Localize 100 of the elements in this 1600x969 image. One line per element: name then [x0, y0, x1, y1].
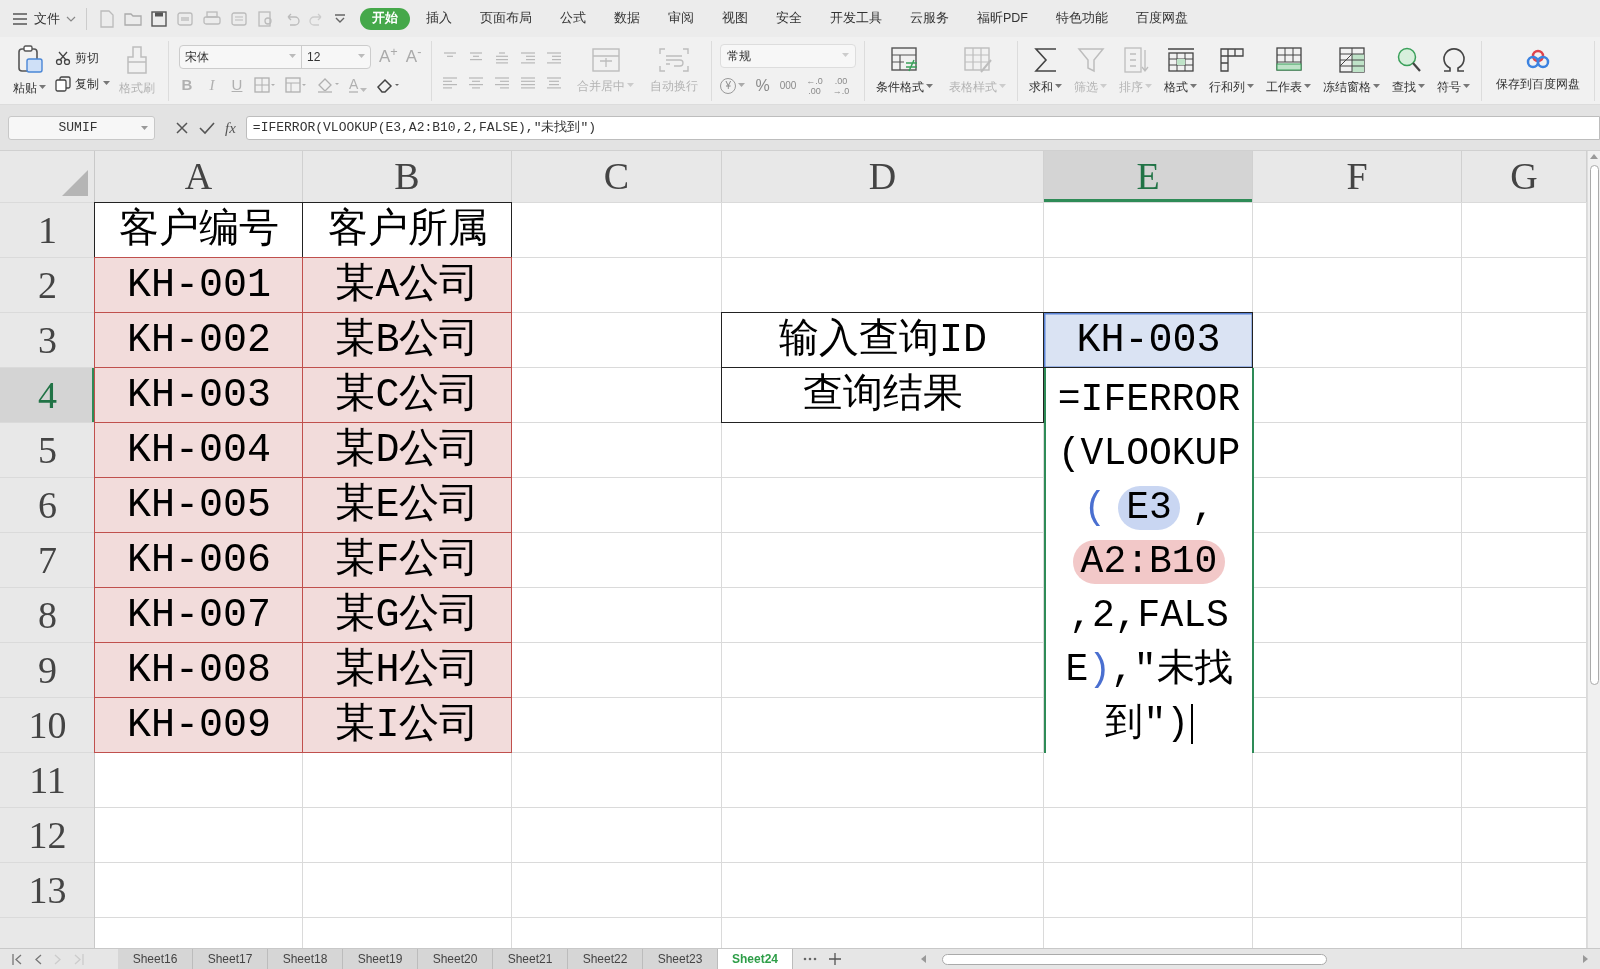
last-sheet-icon [74, 953, 84, 965]
sheet-tab[interactable]: Sheet21 [493, 948, 568, 969]
row-header[interactable]: 7 [0, 533, 95, 588]
fill-color-icon [316, 76, 340, 94]
row-header[interactable]: 6 [0, 478, 95, 533]
ribbon-button[interactable]: 剪切 [55, 48, 110, 67]
table-cell: KH-001 [95, 258, 303, 313]
row-header[interactable]: 3 [0, 313, 95, 368]
column-heading: 客户编号 [118, 206, 280, 255]
outdent-icon [520, 51, 537, 65]
column-header[interactable]: E [1044, 151, 1253, 202]
table-cell: KH-003 [95, 368, 303, 423]
sheet-tab[interactable]: Sheet18 [268, 948, 343, 969]
align-top-icon [442, 51, 459, 59]
ribbon-button[interactable]: 冻结窗格 [1318, 40, 1386, 101]
ribbon-button[interactable]: 查找 [1387, 40, 1431, 101]
menu-tab[interactable]: 开发工具 [818, 7, 894, 30]
row-header[interactable]: 1 [0, 203, 95, 258]
align-right-icon [494, 76, 511, 90]
freeze-panes-icon [1336, 45, 1367, 74]
previous-sheet-icon [34, 953, 42, 965]
next-sheet-icon [54, 953, 62, 965]
menu-icon [12, 12, 28, 25]
sheet-tab[interactable]: Sheet20 [418, 948, 493, 969]
table-cell: 某A公司 [303, 258, 512, 313]
field-label: 输入查询ID [778, 316, 988, 365]
ribbon-button[interactable]: 条件格式 [871, 40, 939, 101]
align-middle-icon [468, 51, 485, 62]
distribute-icon [546, 76, 563, 90]
cell-style-icon [285, 77, 307, 93]
worksheet-icon [1273, 45, 1304, 74]
row-header[interactable]: 5 [0, 423, 95, 478]
scrollbar-thumb[interactable] [1589, 165, 1599, 685]
menu-tab[interactable]: 特色功能 [1044, 7, 1120, 30]
format-table-icon [1165, 45, 1196, 74]
ribbon-button[interactable]: 工作表 [1261, 40, 1317, 101]
menu-tab[interactable]: 数据 [602, 7, 652, 30]
brush-icon [125, 44, 149, 75]
table-cell: 某E公司 [303, 478, 512, 533]
folder-icon [124, 10, 142, 27]
file-menu[interactable]: 文件 [34, 8, 60, 29]
align-center-icon [468, 76, 485, 90]
sheet-tab[interactable]: Sheet17 [193, 948, 268, 969]
table-cell: KH-002 [95, 313, 303, 368]
row-header[interactable]: 13 [0, 863, 95, 918]
menu-tab[interactable]: 福昕PDF [965, 7, 1040, 30]
ribbon-button[interactable]: 复制 [55, 74, 110, 93]
menu-tab[interactable]: 插入 [414, 7, 464, 30]
row-header[interactable]: 12 [0, 808, 95, 863]
row-header[interactable]: 9 [0, 643, 95, 698]
dropdown-icon [334, 13, 346, 24]
table-style-icon [962, 45, 993, 74]
menu-tab[interactable]: 安全 [764, 7, 814, 30]
formula-input[interactable]: =IFERROR(VLOOKUP(E3,A2:B10,2,FALSE),″未找到″) [245, 116, 1600, 140]
table-cell: 某G公司 [303, 588, 512, 643]
ribbon-button[interactable]: 保存到百度网盘 [1492, 40, 1585, 101]
sheet-tab[interactable]: Sheet19 [343, 948, 418, 969]
table-cell: KH-005 [95, 478, 303, 533]
eraser-icon [376, 77, 401, 93]
row-header[interactable]: 10 [0, 698, 95, 753]
table-cell: KH-007 [95, 588, 303, 643]
cancel-icon [175, 121, 189, 135]
name-box[interactable]: SUMIF [8, 116, 155, 140]
table-cell: KH-003 [1044, 313, 1253, 368]
conditional-format-icon [889, 45, 920, 74]
number-format-field[interactable]: 常规 [720, 43, 857, 68]
chevron-icon [66, 15, 76, 22]
align-bottom-icon [494, 51, 511, 65]
ribbon-button[interactable]: 格式 [1159, 40, 1203, 101]
scrollbar-thumb[interactable] [942, 953, 1327, 965]
table-cell: 某H公司 [303, 643, 512, 698]
wrap-text-icon [658, 46, 691, 73]
menu-tab[interactable]: 视图 [710, 7, 760, 30]
clipboard-icon [15, 44, 44, 75]
menu-tab[interactable]: 页面布局 [468, 7, 544, 30]
sheet-tab[interactable]: Sheet23 [643, 948, 718, 969]
ribbon-button[interactable]: 行和列 [1204, 40, 1260, 101]
new-file-icon [99, 9, 115, 28]
menu-tab[interactable]: 审阅 [656, 7, 706, 30]
row-header[interactable]: 8 [0, 588, 95, 643]
row-header[interactable]: 2 [0, 258, 95, 313]
add-sheet-icon [829, 953, 841, 965]
menu-tab[interactable]: 公式 [548, 7, 598, 30]
ribbon-button[interactable]: 符号 [1432, 40, 1476, 101]
borders-icon [254, 77, 276, 93]
row-header[interactable]: 4 [0, 368, 95, 423]
menu-tab[interactable]: 云服务 [898, 7, 961, 30]
ribbon-button[interactable]: 求和 [1024, 40, 1068, 101]
align-left-icon [442, 76, 459, 90]
menu-tab[interactable]: 百度网盘 [1124, 7, 1200, 30]
scissors-icon [55, 50, 71, 65]
insert-function-button[interactable]: fx [225, 116, 236, 140]
field-label: 查询结果 [802, 371, 964, 420]
table-cell: 某F公司 [303, 533, 512, 588]
text-caret [1191, 703, 1193, 744]
sheet-tab[interactable]: Sheet16 [118, 948, 193, 969]
row-header[interactable]: 11 [0, 753, 95, 808]
ribbon-button[interactable]: 粘贴 [8, 40, 51, 101]
sheet-tab[interactable]: Sheet22 [568, 948, 643, 969]
more-icon [803, 957, 817, 961]
